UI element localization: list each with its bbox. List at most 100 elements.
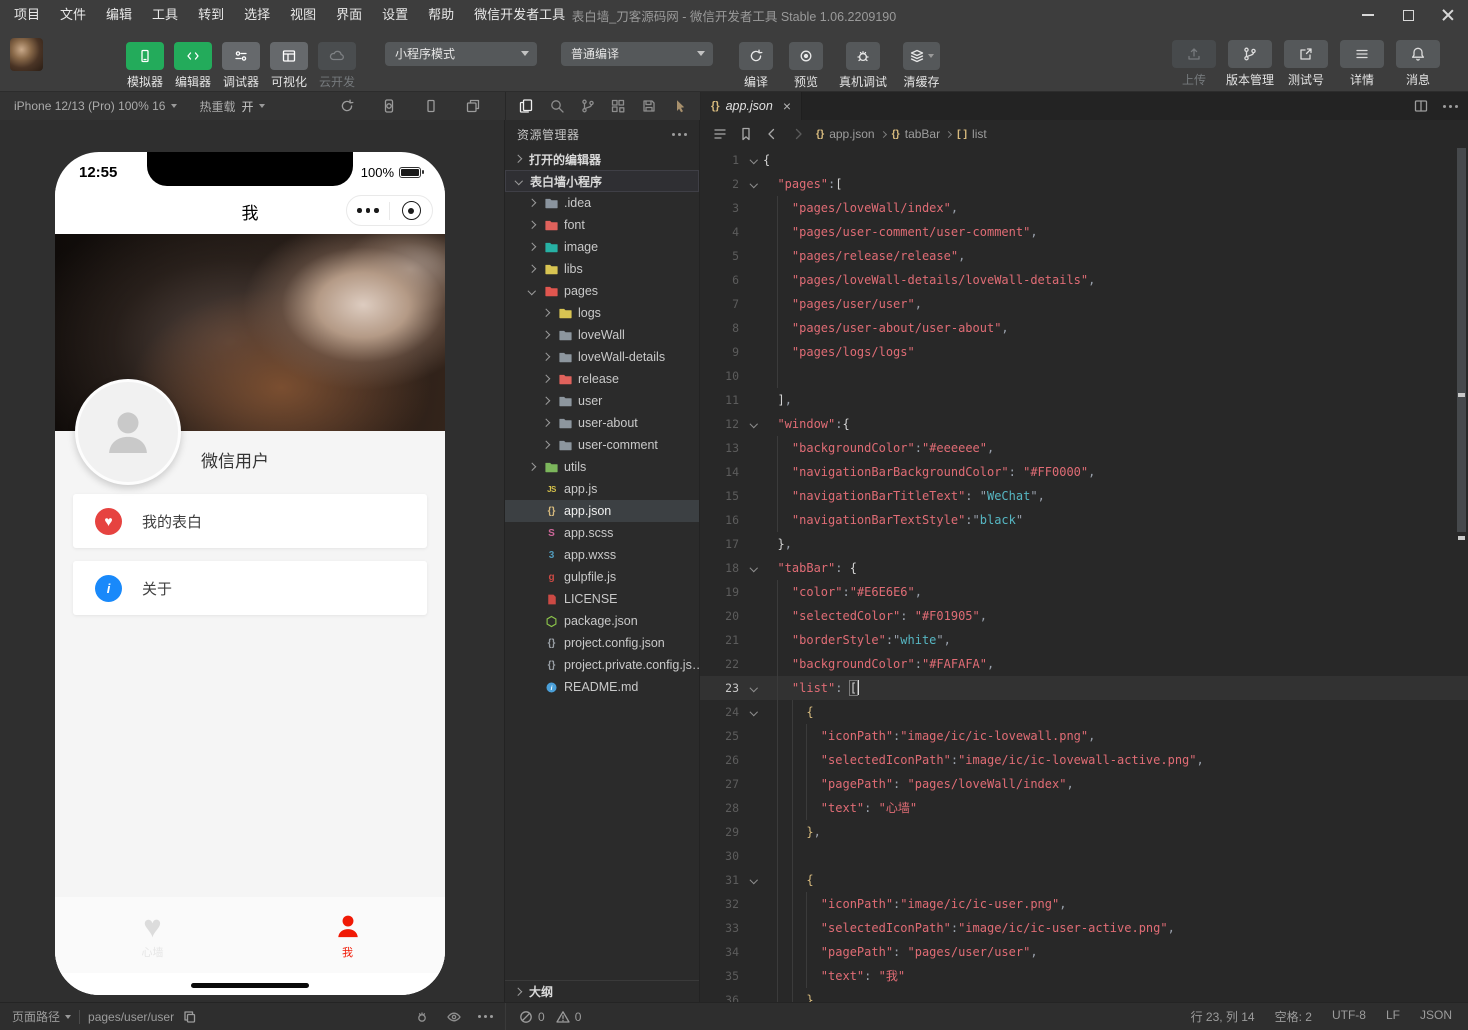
debug-status-icon[interactable] xyxy=(414,1009,430,1025)
user-avatar[interactable] xyxy=(10,38,43,71)
files-icon[interactable] xyxy=(518,98,534,114)
code-button[interactable]: 编辑器 xyxy=(169,42,217,90)
capsule-more-button[interactable] xyxy=(347,208,389,213)
portrait-icon[interactable] xyxy=(423,98,439,114)
hot-reload-toggle[interactable]: 热重载 开 xyxy=(199,98,265,115)
tree-item-LICENSE[interactable]: LICENSE xyxy=(505,588,699,610)
git-branch-icon[interactable] xyxy=(580,98,596,114)
encoding[interactable]: UTF-8 xyxy=(1332,1008,1366,1025)
tree-item-utils[interactable]: utils xyxy=(505,456,699,478)
fold-chevron-icon[interactable] xyxy=(750,420,758,428)
phone-tab-我[interactable]: 我 xyxy=(250,897,445,973)
breadcrumb-segment-tabBar[interactable]: {}tabBar xyxy=(892,127,941,141)
tree-item-gulpfile.js[interactable]: ggulpfile.js xyxy=(505,566,699,588)
tree-item-app.scss[interactable]: Sapp.scss xyxy=(505,522,699,544)
indentation[interactable]: 空格: 2 xyxy=(1275,1008,1312,1025)
details-button[interactable]: 详情 xyxy=(1338,40,1386,88)
fold-chevron-icon[interactable] xyxy=(750,684,758,692)
split-editor-icon[interactable] xyxy=(1413,98,1429,114)
save-icon[interactable] xyxy=(641,98,657,114)
tree-item-app.json[interactable]: {}app.json xyxy=(505,500,699,522)
tree-item-user-about[interactable]: user-about xyxy=(505,412,699,434)
fold-chevron-icon[interactable] xyxy=(750,564,758,572)
project-root[interactable]: 表白墙小程序 xyxy=(505,170,699,192)
home-indicator[interactable] xyxy=(191,983,309,988)
compile-select[interactable]: 普通编译 xyxy=(561,42,713,66)
tree-item-user-comment[interactable]: user-comment xyxy=(505,434,699,456)
menu-item-4[interactable]: 转到 xyxy=(188,0,234,30)
menu-item-9[interactable]: 帮助 xyxy=(418,0,464,30)
copy-icon[interactable] xyxy=(182,1009,198,1025)
tree-item-image[interactable]: image xyxy=(505,236,699,258)
tree-item-loveWall-details[interactable]: loveWall-details xyxy=(505,346,699,368)
page-path-select[interactable]: 页面路径 xyxy=(12,1008,71,1025)
menu-item-0[interactable]: 项目 xyxy=(4,0,50,30)
tree-item-pages[interactable]: pages xyxy=(505,280,699,302)
breadcrumb-segment-list[interactable]: [ ]list xyxy=(957,127,987,141)
device-select[interactable]: iPhone 12/13 (Pro) 100% 16 xyxy=(14,99,177,113)
menu-item-1[interactable]: 文件 xyxy=(50,0,96,30)
sim-button[interactable]: 模拟器 xyxy=(121,42,169,90)
code-editor[interactable]: 1{2 "pages":[3 "pages/loveWall/index",4 … xyxy=(700,148,1468,1002)
debug-button[interactable]: 调试器 xyxy=(217,42,265,90)
bell-button[interactable]: 消息 xyxy=(1394,40,1442,88)
tree-item-loveWall[interactable]: loveWall xyxy=(505,324,699,346)
tree-item-libs[interactable]: libs xyxy=(505,258,699,280)
language-mode[interactable]: JSON xyxy=(1420,1008,1452,1025)
more-icon[interactable] xyxy=(478,1015,493,1018)
eol[interactable]: LF xyxy=(1386,1008,1400,1025)
avatar[interactable] xyxy=(75,379,181,485)
fold-chevron-icon[interactable] xyxy=(750,708,758,716)
rotate-icon[interactable] xyxy=(339,98,355,114)
scrollbar[interactable] xyxy=(1457,148,1466,532)
tree-item-project.private.config.js…[interactable]: {}project.private.config.js… xyxy=(505,654,699,676)
capsule-close-button[interactable] xyxy=(390,201,432,220)
tree-item-release[interactable]: release xyxy=(505,368,699,390)
menu-item-3[interactable]: 工具 xyxy=(142,0,188,30)
close-button[interactable] xyxy=(1428,0,1468,30)
more-actions-icon[interactable] xyxy=(1443,105,1458,108)
problems-indicator[interactable]: 0 0 xyxy=(505,1003,581,1030)
cache-button[interactable]: 清缓存 xyxy=(895,42,948,90)
close-tab-icon[interactable]: × xyxy=(783,99,791,113)
test-button[interactable]: 测试号 xyxy=(1282,40,1330,88)
branch-button[interactable]: 版本管理 xyxy=(1226,40,1274,88)
compile-button[interactable]: 编译 xyxy=(731,42,781,90)
minimize-button[interactable] xyxy=(1348,0,1388,30)
list-item-关于[interactable]: i关于 xyxy=(73,561,427,615)
tree-item-font[interactable]: font xyxy=(505,214,699,236)
preview-status-icon[interactable] xyxy=(446,1009,462,1025)
preview-button[interactable]: 预览 xyxy=(781,42,831,90)
fold-chevron-icon[interactable] xyxy=(750,156,758,164)
navigate-forward-icon[interactable] xyxy=(790,126,806,142)
mode-select[interactable]: 小程序模式 xyxy=(385,42,537,66)
device-frame-icon[interactable] xyxy=(381,98,397,114)
tree-item-.idea[interactable]: .idea xyxy=(505,192,699,214)
maximize-button[interactable] xyxy=(1388,0,1428,30)
cursor-position[interactable]: 行 23, 列 14 xyxy=(1191,1008,1255,1025)
fold-chevron-icon[interactable] xyxy=(750,180,758,188)
cloud-button[interactable]: 云开发 xyxy=(313,42,361,90)
outline-section[interactable]: 大纲 xyxy=(505,980,699,1002)
visual-button[interactable]: 可视化 xyxy=(265,42,313,90)
search-icon[interactable] xyxy=(549,98,565,114)
menu-item-2[interactable]: 编辑 xyxy=(96,0,142,30)
tree-item-README.md[interactable]: iREADME.md xyxy=(505,676,699,698)
menu-item-10[interactable]: 微信开发者工具 xyxy=(464,0,575,30)
outline-toggle-icon[interactable] xyxy=(712,126,728,142)
extensions-icon[interactable] xyxy=(610,98,626,114)
tab-app-json[interactable]: {} app.json × xyxy=(701,92,802,120)
bug-button[interactable]: 真机调试 xyxy=(831,42,895,90)
tree-item-app.js[interactable]: JSapp.js xyxy=(505,478,699,500)
tree-item-package.json[interactable]: package.json xyxy=(505,610,699,632)
breadcrumb-segment-app.json[interactable]: {}app.json xyxy=(816,127,875,141)
menu-item-5[interactable]: 选择 xyxy=(234,0,280,30)
list-item-我的表白[interactable]: ♥我的表白 xyxy=(73,494,427,548)
navigate-back-icon[interactable] xyxy=(764,126,780,142)
tree-item-user[interactable]: user xyxy=(505,390,699,412)
open-editors-section[interactable]: 打开的编辑器 xyxy=(505,148,699,170)
cascade-icon[interactable] xyxy=(465,98,481,114)
menu-item-7[interactable]: 界面 xyxy=(326,0,372,30)
tree-item-app.wxss[interactable]: 3app.wxss xyxy=(505,544,699,566)
menu-item-8[interactable]: 设置 xyxy=(372,0,418,30)
